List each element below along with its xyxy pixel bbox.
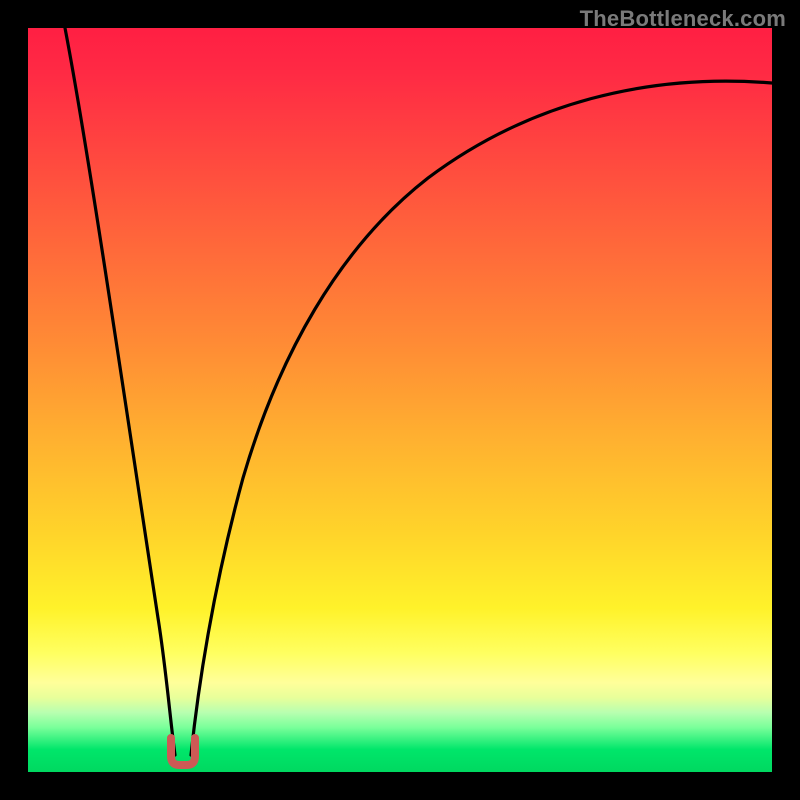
curve-left-branch: [65, 28, 175, 755]
watermark-text: TheBottleneck.com: [580, 6, 786, 32]
minimum-marker-icon: [171, 738, 195, 765]
curve-layer: [28, 28, 772, 772]
curve-right-branch: [191, 81, 772, 755]
chart-frame: TheBottleneck.com: [0, 0, 800, 800]
plot-area: [28, 28, 772, 772]
